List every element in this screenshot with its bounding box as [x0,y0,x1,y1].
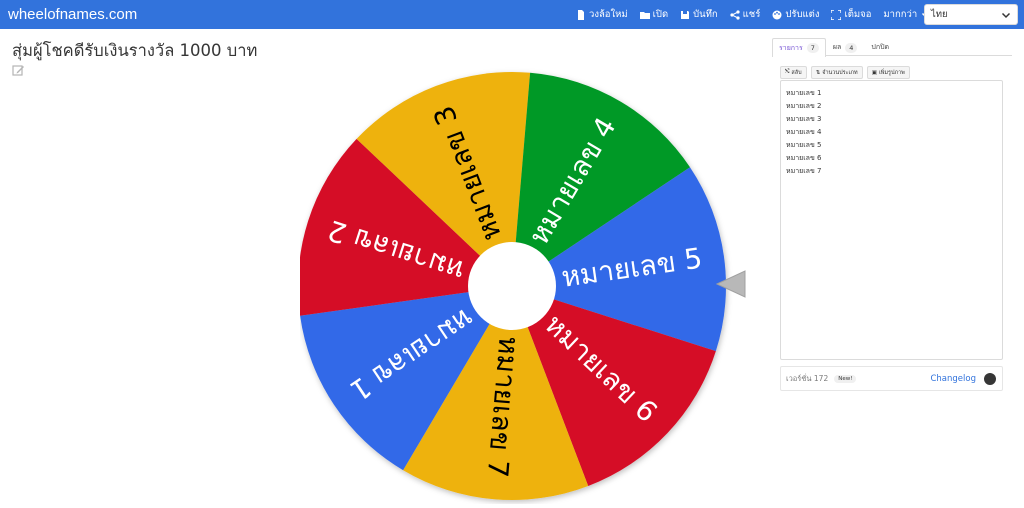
entry-line: หมายเลข 3 [786,115,822,123]
shuffle-icon: ⤭ [785,69,790,75]
page-title: สุ่มผู้โชคดีรับเงินรางวัล 1000 บาท [12,41,258,60]
sort-button[interactable]: ⇅ จำนวนประเภท [810,66,863,79]
version-text: เวอร์ชั่น 172 [786,373,829,383]
nav-open[interactable]: เปิด [639,7,669,22]
tab-entries[interactable]: รายการ 7 [772,38,826,57]
entry-line: หมายเลข 4 [786,128,822,136]
nav-new-wheel[interactable]: วงล้อใหม่ [576,7,628,22]
panel-footer: เวอร์ชั่น 172 New! Changelog [780,366,1003,391]
entry-line: หมายเลข 2 [786,102,822,110]
language-select[interactable]: ไทย [924,4,1018,25]
tab-results-count: 4 [845,42,858,53]
add-image-button[interactable]: ▣ เพิ่มรูปภาพ [866,66,910,79]
entry-line: หมายเลข 7 [786,167,822,175]
edit-icon[interactable] [12,64,25,77]
entry-line: หมายเลข 6 [786,154,822,162]
wheel-center[interactable] [468,242,556,330]
file-icon [578,9,584,20]
nav-share-label: แชร์ [742,9,761,20]
shuffle-button[interactable]: ⤭ สลับ [780,66,807,79]
top-navbar: wheelofnames.com วงล้อใหม่ เปิด บันทึก แ… [0,0,1024,29]
entry-line: หมายเลข 5 [786,141,822,149]
nav-menu: วงล้อใหม่ เปิด บันทึก แชร์ ปรับแต่ง เต็ม… [576,0,943,29]
tab-hide[interactable]: ปกปิด [864,38,896,56]
wheel[interactable]: หมายเลข 1หมายเลข 2หมายเลข 3 หมายเลข 4หมาย… [298,40,755,504]
nav-save[interactable]: บันทึก [680,7,718,22]
nav-more-label: มากกว่า [883,9,918,20]
side-panel: รายการ 7 ผล 4 ปกปิด ⤭ สลับ ⇅ จำนวนประเภท… [772,38,1012,398]
sort-icon: ⇅ [815,69,821,76]
tab-entries-label: รายการ [779,43,803,52]
shuffle-label: สลับ [791,69,802,76]
entry-toolbar: ⤭ สลับ ⇅ จำนวนประเภท ▣ เพิ่มรูปภาพ [780,66,910,79]
entries-textarea[interactable]: หมายเลข 1 หมายเลข 2 หมายเลข 3 หมายเลข 4 หมาย… [780,80,1003,360]
entry-line: หมายเลข 1 [786,89,822,97]
tab-entries-count: 7 [806,43,819,53]
nav-fullscreen[interactable]: เต็มจอ [831,7,871,22]
chevron-down-icon [1001,12,1011,18]
nav-share[interactable]: แชร์ [730,7,761,22]
share-icon [730,9,740,20]
brand-logo[interactable]: wheelofnames.com [8,6,137,23]
tab-results[interactable]: ผล 4 [826,38,865,56]
add-image-label: เพิ่มรูปภาพ [878,69,905,76]
image-icon: ▣ [871,69,877,76]
nav-new-wheel-label: วงล้อใหม่ [589,9,628,20]
changelog-link[interactable]: Changelog [930,374,976,384]
tab-results-label: ผล [832,43,842,51]
wheel-container: หมายเลข 1 หมายเลข 2 หมายเลข 3 หมายเลข 4 หมาย… [298,40,755,504]
folder-icon [639,11,650,19]
nav-open-label: เปิด [652,9,669,20]
palette-icon [772,10,782,19]
nav-fullscreen-label: เต็มจอ [844,9,872,20]
new-badge: New! [834,374,857,383]
nav-customize[interactable]: ปรับแต่ง [772,7,819,22]
panel-tabs: รายการ 7 ผล 4 ปกปิด [772,38,1012,57]
save-icon [681,10,690,19]
language-select-value: ไทย [931,9,948,20]
tab-hide-label: ปกปิด [871,43,890,51]
scroll-up-icon[interactable] [984,372,996,385]
nav-save-label: บันทึก [693,9,718,20]
fullscreen-icon [831,9,842,20]
sort-label: จำนวนประเภท [822,69,858,76]
nav-customize-label: ปรับแต่ง [785,9,820,20]
